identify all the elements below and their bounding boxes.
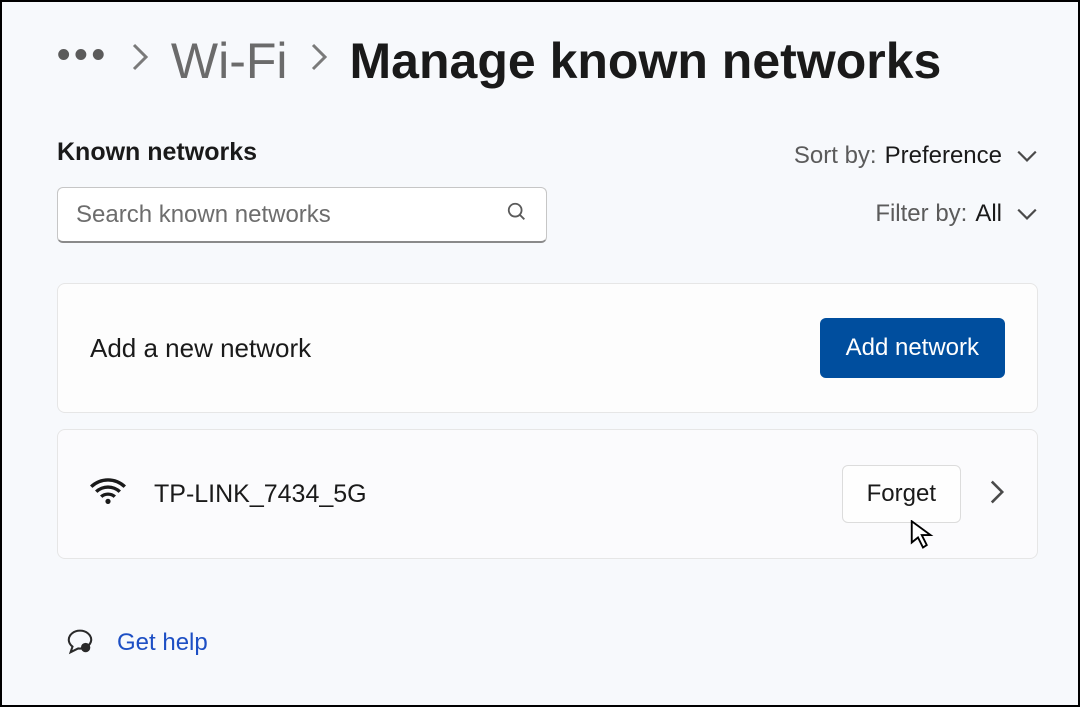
page-title: Manage known networks — [350, 32, 942, 90]
chevron-down-icon — [1016, 142, 1038, 170]
chevron-right-icon[interactable] — [989, 479, 1005, 510]
search-box[interactable] — [57, 187, 547, 243]
help-icon: ? — [65, 625, 95, 660]
wifi-icon — [90, 478, 126, 511]
get-help-link[interactable]: Get help — [117, 629, 208, 657]
forget-button[interactable]: Forget — [842, 465, 961, 523]
chevron-right-icon — [131, 42, 149, 81]
add-network-card: Add a new network Add network — [57, 283, 1038, 413]
controls-row: Known networks Sort by: Preference Filte… — [57, 138, 1038, 243]
network-name: TP-LINK_7434_5G — [154, 480, 367, 509]
chevron-down-icon — [1016, 200, 1038, 228]
sort-label: Sort by: — [794, 142, 877, 170]
network-row[interactable]: TP-LINK_7434_5G Forget — [57, 429, 1038, 559]
sort-dropdown[interactable]: Sort by: Preference — [794, 142, 1038, 170]
breadcrumb: ••• Wi-Fi Manage known networks — [57, 32, 1038, 90]
filter-dropdown[interactable]: Filter by: All — [875, 200, 1038, 228]
svg-text:?: ? — [83, 644, 88, 653]
search-input[interactable] — [76, 201, 506, 229]
breadcrumb-overflow[interactable]: ••• — [57, 36, 109, 86]
add-network-label: Add a new network — [90, 333, 311, 364]
filter-value: All — [975, 200, 1002, 228]
section-title: Known networks — [57, 138, 547, 167]
network-info: TP-LINK_7434_5G — [90, 478, 367, 511]
sort-value: Preference — [885, 142, 1002, 170]
help-row: ? Get help — [57, 625, 1038, 660]
filter-label: Filter by: — [875, 200, 967, 228]
breadcrumb-wifi[interactable]: Wi-Fi — [171, 32, 288, 90]
add-network-button[interactable]: Add network — [820, 318, 1005, 378]
chevron-right-icon — [310, 42, 328, 81]
search-icon — [506, 201, 528, 228]
